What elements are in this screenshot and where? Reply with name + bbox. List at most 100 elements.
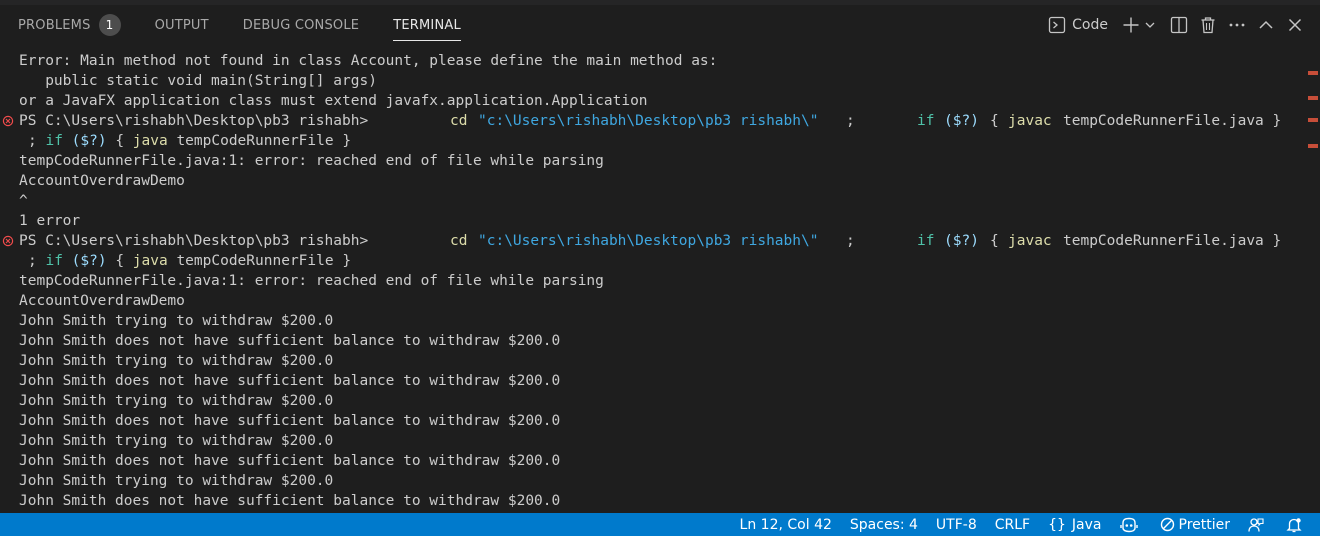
- command-path-string: "c:\Users\rishabh\Desktop\pb3 rishabh\": [478, 233, 819, 249]
- terminal-line: John Smith trying to withdraw $200.0: [19, 393, 334, 409]
- bell-icon: [1286, 517, 1306, 533]
- braces-icon: {}: [1048, 516, 1066, 533]
- command-separator: ;: [846, 233, 855, 249]
- terminal-continuation-line: ; if ($?) { java tempCodeRunnerFile }: [28, 253, 352, 269]
- command-brace: {: [990, 233, 999, 249]
- more-actions-button[interactable]: [1228, 12, 1246, 38]
- more-icon: [1228, 22, 1246, 28]
- terminal-icon: [1048, 16, 1066, 34]
- terminal-line: John Smith trying to withdraw $200.0: [19, 353, 334, 369]
- continuation-if-keyword: if: [45, 133, 63, 149]
- command-javac: javac: [1008, 233, 1052, 249]
- continuation-if-keyword: if: [45, 253, 63, 269]
- terminal-line: or a JavaFX application class must exten…: [19, 93, 648, 109]
- terminal-line: John Smith does not have sufficient bala…: [19, 333, 561, 349]
- terminal-line: John Smith trying to withdraw $200.0: [19, 473, 334, 489]
- terminal-line: John Smith does not have sufficient bala…: [19, 453, 561, 469]
- command-cd: cd: [450, 113, 468, 129]
- person-feedback-icon: [1248, 517, 1268, 533]
- continuation-status-var: ($?): [71, 133, 107, 149]
- tab-debug-console-label: DEBUG CONSOLE: [242, 17, 360, 33]
- tab-problems[interactable]: PROBLEMS 1: [0, 5, 137, 45]
- command-javac: javac: [1008, 113, 1052, 129]
- file-encoding[interactable]: UTF-8: [927, 513, 986, 536]
- tab-output[interactable]: OUTPUT: [137, 5, 225, 45]
- prettier-disabled-icon: [1160, 517, 1179, 532]
- feedback-button[interactable]: [1239, 513, 1277, 536]
- command-brace: {: [990, 113, 999, 129]
- error-decoration-icon[interactable]: [2, 111, 14, 131]
- command-path-string: "c:\Users\rishabh\Desktop\pb3 rishabh\": [478, 113, 819, 129]
- plus-icon: [1122, 16, 1140, 34]
- notifications-button[interactable]: [1277, 513, 1320, 536]
- chevron-up-icon: [1258, 17, 1274, 33]
- prettier-status[interactable]: Prettier: [1151, 513, 1240, 536]
- terminal-line: AccountOverdrawDemo: [19, 293, 185, 309]
- cursor-position[interactable]: Ln 12, Col 42: [731, 513, 841, 536]
- terminal-line: John Smith does not have sufficient bala…: [19, 493, 561, 509]
- command-javac-args: tempCodeRunnerFile.java }: [1063, 113, 1282, 129]
- kill-terminal-button[interactable]: [1200, 12, 1216, 38]
- scrollbar-error-marker: [1308, 71, 1318, 75]
- terminal-continuation-line: ; if ($?) { java tempCodeRunnerFile }: [28, 133, 352, 149]
- continuation-java-args: tempCodeRunnerFile }: [176, 133, 352, 149]
- command-cd: cd: [450, 233, 468, 249]
- continuation-java-command: java: [132, 253, 168, 269]
- scrollbar-error-marker: [1308, 96, 1318, 100]
- terminal-profile-dropdown[interactable]: [1144, 12, 1156, 38]
- language-mode[interactable]: {} Java: [1039, 513, 1110, 536]
- continuation-separator: ;: [28, 253, 37, 269]
- tab-output-label: OUTPUT: [154, 17, 209, 33]
- terminal-line: tempCodeRunnerFile.java:1: error: reache…: [19, 273, 604, 289]
- continuation-java-command: java: [132, 133, 168, 149]
- problems-count-badge: 1: [98, 14, 121, 36]
- close-panel-button[interactable]: [1288, 12, 1302, 38]
- status-bar-right: Ln 12, Col 42 Spaces: 4 UTF-8 CRLF {} Ja…: [731, 513, 1320, 536]
- command-status-var: ($?): [944, 233, 979, 249]
- command-if-keyword: if: [917, 233, 935, 249]
- terminal-selector-label: Code: [1072, 17, 1108, 33]
- terminal-line: John Smith does not have sufficient bala…: [19, 373, 561, 389]
- line-ending[interactable]: CRLF: [986, 513, 1039, 536]
- terminal-scrollbar[interactable]: [1308, 50, 1320, 513]
- trash-icon: [1200, 16, 1216, 34]
- panel-actions: Code: [1044, 5, 1320, 45]
- tab-terminal[interactable]: TERMINAL: [375, 5, 477, 45]
- tab-problems-label: PROBLEMS: [18, 17, 91, 33]
- copilot-icon: [1119, 517, 1142, 533]
- split-icon: [1170, 16, 1188, 34]
- copilot-status[interactable]: [1111, 513, 1151, 536]
- maximize-panel-button[interactable]: [1258, 12, 1274, 38]
- terminal-prompt-line: PS C:\Users\rishabh\Desktop\pb3 rishabh>…: [19, 231, 1281, 251]
- terminal-line: John Smith trying to withdraw $200.0: [19, 433, 334, 449]
- terminal-selector[interactable]: Code: [1048, 12, 1108, 38]
- command-if-keyword: if: [917, 113, 935, 129]
- terminal-output[interactable]: Error: Main method not found in class Ac…: [0, 50, 1300, 513]
- terminal-line: AccountOverdrawDemo: [19, 173, 185, 189]
- terminal-prompt-line: PS C:\Users\rishabh\Desktop\pb3 rishabh>…: [19, 111, 1281, 131]
- tab-terminal-label: TERMINAL: [393, 17, 461, 33]
- indentation-setting[interactable]: Spaces: 4: [841, 513, 927, 536]
- close-icon: [1288, 18, 1302, 32]
- terminal-line: Error: Main method not found in class Ac…: [19, 53, 718, 69]
- split-terminal-button[interactable]: [1170, 12, 1188, 38]
- status-bar: Ln 12, Col 42 Spaces: 4 UTF-8 CRLF {} Ja…: [0, 513, 1320, 536]
- tab-debug-console[interactable]: DEBUG CONSOLE: [225, 5, 375, 45]
- terminal-line: John Smith trying to withdraw $200.0: [19, 313, 334, 329]
- continuation-status-var: ($?): [71, 253, 107, 269]
- error-decoration-icon[interactable]: [2, 231, 14, 251]
- panel-header: PROBLEMS 1 OUTPUT DEBUG CONSOLE TERMINAL…: [0, 5, 1320, 45]
- terminal-line: ^: [19, 193, 28, 209]
- terminal-line: tempCodeRunnerFile.java:1: error: reache…: [19, 153, 604, 169]
- continuation-java-args: tempCodeRunnerFile }: [176, 253, 352, 269]
- command-javac-args: tempCodeRunnerFile.java }: [1063, 233, 1282, 249]
- command-status-var: ($?): [944, 113, 979, 129]
- prompt-text: PS C:\Users\rishabh\Desktop\pb3 rishabh>: [19, 233, 369, 249]
- chevron-down-icon: [1144, 19, 1156, 31]
- continuation-separator: ;: [28, 133, 37, 149]
- terminal-line: 1 error: [19, 213, 81, 229]
- prettier-label: Prettier: [1178, 516, 1231, 533]
- prompt-text: PS C:\Users\rishabh\Desktop\pb3 rishabh>: [19, 113, 369, 129]
- new-terminal-button[interactable]: [1122, 12, 1140, 38]
- terminal-line: John Smith does not have sufficient bala…: [19, 413, 561, 429]
